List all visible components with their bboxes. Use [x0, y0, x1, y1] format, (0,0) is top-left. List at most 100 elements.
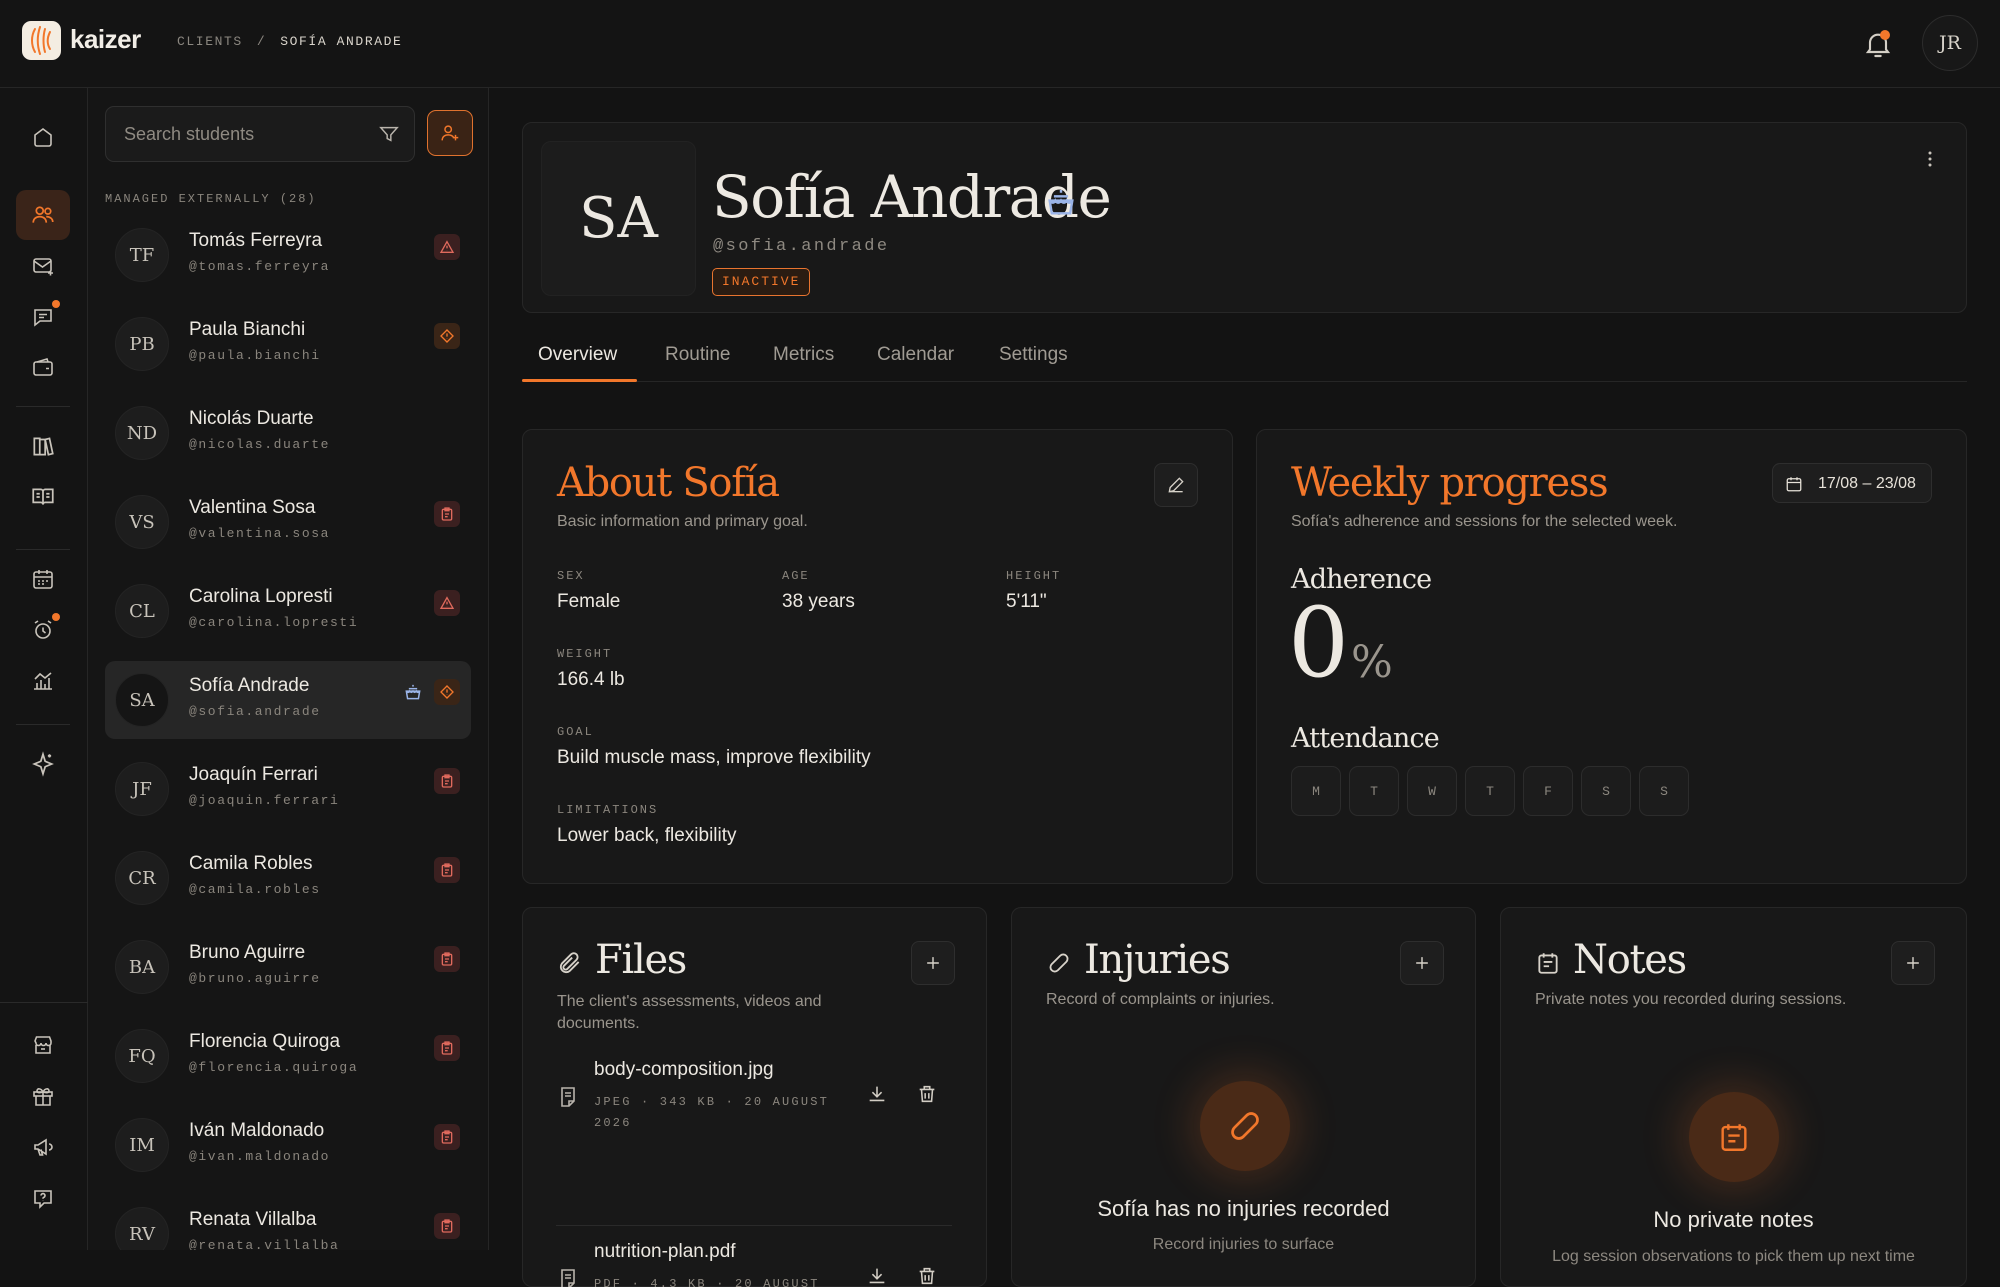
- notification-dot: [1880, 30, 1890, 40]
- book-icon[interactable]: [16, 472, 70, 522]
- attendance-day-wed: W: [1407, 766, 1457, 816]
- files-title: Files: [595, 937, 687, 983]
- status-badge: INACTIVE: [712, 268, 811, 296]
- notes-title: Notes: [1573, 937, 1687, 983]
- notifications-button[interactable]: [1862, 28, 1894, 60]
- wallet-icon[interactable]: [16, 343, 70, 393]
- add-injury-button[interactable]: [1400, 941, 1444, 985]
- megaphone-icon[interactable]: [16, 1122, 70, 1172]
- sex-label: SEX: [557, 569, 585, 583]
- bandage-icon: [1049, 953, 1069, 973]
- weight-label: WEIGHT: [557, 647, 613, 661]
- filter-icon[interactable]: [378, 123, 400, 145]
- student-handle: @paula.bianchi: [189, 348, 321, 363]
- file-divider: [556, 1225, 952, 1226]
- student-row[interactable]: RV Renata Villalba @renata.villalba: [105, 1195, 471, 1250]
- attendance-day-fri: F: [1523, 766, 1573, 816]
- clients-icon[interactable]: [16, 190, 70, 240]
- goal-value: Build muscle mass, improve flexibility: [557, 747, 871, 768]
- student-handle: @tomas.ferreyra: [189, 259, 331, 274]
- user-avatar[interactable]: JR: [1922, 15, 1978, 71]
- date-range-picker[interactable]: 17/08 – 23/08: [1772, 463, 1932, 503]
- add-note-button[interactable]: [1891, 941, 1935, 985]
- chat-icon[interactable]: [16, 292, 70, 342]
- limitations-label: LIMITATIONS: [557, 803, 659, 817]
- edit-button[interactable]: [1154, 463, 1198, 507]
- tab-metrics[interactable]: Metrics: [773, 344, 834, 366]
- student-row[interactable]: PB Paula Bianchi @paula.bianchi: [105, 305, 471, 383]
- sparkle-icon[interactable]: [16, 739, 70, 789]
- warning-icon[interactable]: [434, 234, 460, 260]
- student-row[interactable]: ND Nicolás Duarte @nicolas.duarte: [105, 394, 471, 472]
- kaizer-logo[interactable]: [22, 21, 61, 60]
- student-row[interactable]: SA Sofía Andrade @sofia.andrade: [105, 661, 471, 739]
- file-item[interactable]: nutrition-plan.pdf PDF · 4.3 KB · 20 AUG…: [556, 1241, 952, 1287]
- student-avatar: VS: [115, 495, 169, 549]
- search-input[interactable]: Search students: [105, 106, 415, 162]
- student-handle: @nicolas.duarte: [189, 437, 331, 452]
- notes-empty-subtitle: Log session observations to pick them up…: [1552, 1248, 1915, 1265]
- student-row[interactable]: FQ Florencia Quiroga @florencia.quiroga: [105, 1017, 471, 1095]
- clipboard-icon[interactable]: [434, 946, 460, 972]
- rail-divider: [0, 1002, 88, 1003]
- tab-calendar[interactable]: Calendar: [877, 344, 954, 366]
- student-avatar: CL: [115, 584, 169, 638]
- tab-settings[interactable]: Settings: [999, 344, 1068, 366]
- student-row[interactable]: CL Carolina Lopresti @carolina.lopresti: [105, 572, 471, 650]
- clipboard-icon[interactable]: [434, 1035, 460, 1061]
- gift-icon[interactable]: [16, 1071, 70, 1121]
- alarm-icon[interactable]: [16, 605, 70, 655]
- student-row[interactable]: CR Camila Robles @camila.robles: [105, 839, 471, 917]
- clipboard-icon[interactable]: [434, 501, 460, 527]
- help-icon[interactable]: [16, 1173, 70, 1223]
- clipboard-icon[interactable]: [434, 1213, 460, 1239]
- add-file-button[interactable]: [911, 941, 955, 985]
- clipboard-icon[interactable]: [434, 768, 460, 794]
- tab-routine[interactable]: Routine: [665, 344, 731, 366]
- home-icon[interactable]: [16, 112, 70, 162]
- mail-icon[interactable]: [16, 241, 70, 291]
- clipboard-icon[interactable]: [434, 857, 460, 883]
- student-name: Camila Robles: [189, 853, 313, 874]
- tab-overview[interactable]: Overview: [538, 344, 617, 366]
- download-icon[interactable]: [866, 1083, 888, 1105]
- attendance-day-sun: S: [1639, 766, 1689, 816]
- rail-divider: [16, 549, 70, 550]
- student-row[interactable]: VS Valentina Sosa @valentina.sosa: [105, 483, 471, 561]
- student-row[interactable]: TF Tomás Ferreyra @tomas.ferreyra: [105, 216, 471, 294]
- student-avatar: TF: [115, 228, 169, 282]
- notepad-icon: [1538, 953, 1558, 974]
- student-name: Paula Bianchi: [189, 319, 306, 340]
- top-bar: kaizer CLIENTS / SOFÍA ANDRADE JR: [0, 0, 2000, 88]
- pencil-icon: [1168, 477, 1184, 493]
- injuries-empty-title: Sofía has no injuries recorded: [1097, 1196, 1390, 1221]
- clipboard-icon[interactable]: [434, 1124, 460, 1150]
- more-options-icon[interactable]: [1918, 147, 1942, 171]
- file-item[interactable]: body-composition.jpg JPEG · 343 KB · 20 …: [556, 1059, 952, 1161]
- file-name: body-composition.jpg: [594, 1059, 774, 1080]
- bandage-empty-icon: [1200, 1081, 1290, 1171]
- store-icon[interactable]: [16, 1020, 70, 1070]
- download-icon[interactable]: [866, 1265, 888, 1287]
- breadcrumb-clients[interactable]: CLIENTS: [177, 34, 243, 49]
- student-avatar: ND: [115, 406, 169, 460]
- student-name: Florencia Quiroga: [189, 1031, 341, 1052]
- student-handle: @valentina.sosa: [189, 526, 331, 541]
- student-handle: @renata.villalba: [189, 1238, 340, 1250]
- alert-icon[interactable]: [434, 679, 460, 705]
- student-handle: @sofia.andrade: [189, 704, 321, 719]
- student-row[interactable]: BA Bruno Aguirre @bruno.aguirre: [105, 928, 471, 1006]
- student-row[interactable]: JF Joaquín Ferrari @joaquin.ferrari: [105, 750, 471, 828]
- library-icon[interactable]: [16, 421, 70, 471]
- analytics-icon[interactable]: [16, 656, 70, 706]
- about-subtitle: Basic information and primary goal.: [557, 513, 808, 530]
- student-name: Bruno Aguirre: [189, 942, 306, 963]
- add-student-button[interactable]: [427, 110, 473, 156]
- alert-icon[interactable]: [434, 323, 460, 349]
- attendance-day-mon: M: [1291, 766, 1341, 816]
- trash-icon[interactable]: [916, 1265, 938, 1287]
- student-row[interactable]: IM Iván Maldonado @ivan.maldonado: [105, 1106, 471, 1184]
- warning-icon[interactable]: [434, 590, 460, 616]
- trash-icon[interactable]: [916, 1083, 938, 1105]
- calendar-icon[interactable]: [16, 554, 70, 604]
